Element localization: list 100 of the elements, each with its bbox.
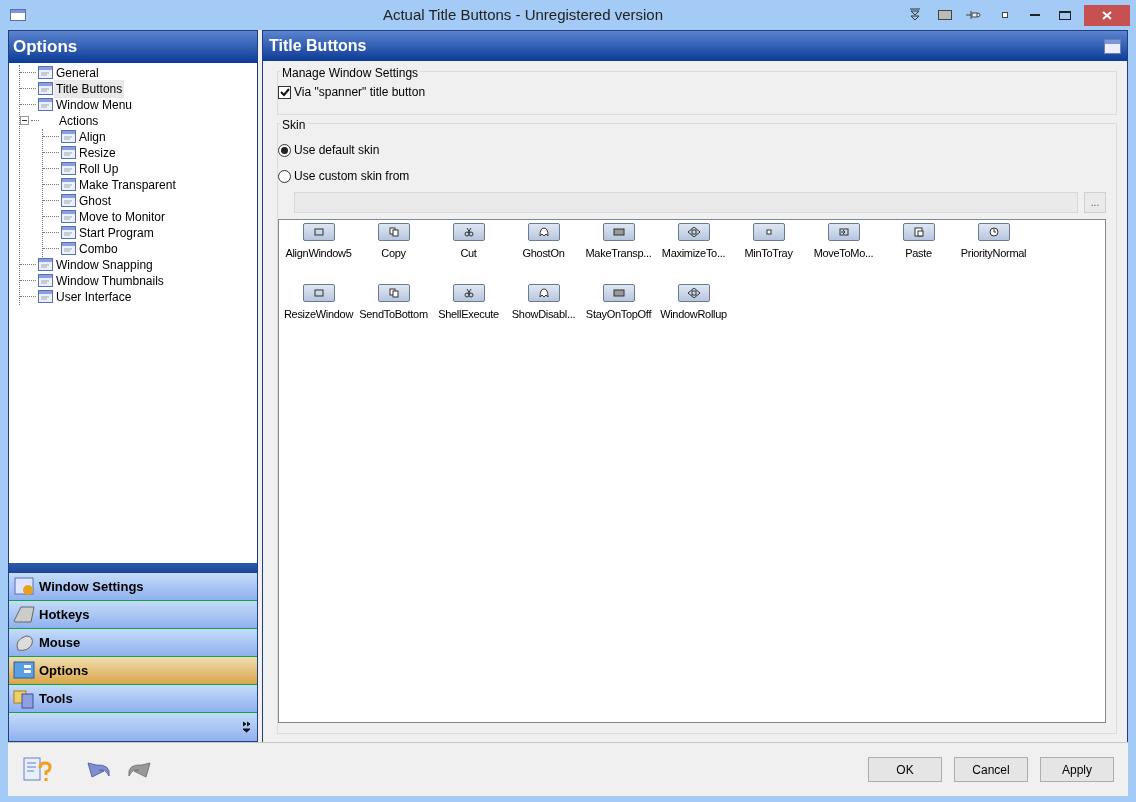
browse-button[interactable]: ... xyxy=(1084,192,1106,213)
tree-item[interactable]: Window Thumbnails xyxy=(54,271,166,290)
nav-button[interactable]: Mouse xyxy=(9,629,257,657)
title-button-label: MinToTray xyxy=(744,246,793,261)
title-button[interactable] xyxy=(977,223,1010,241)
window-icon xyxy=(36,65,54,80)
tree-item[interactable]: Combo xyxy=(77,239,120,258)
window-icon xyxy=(36,273,54,288)
title-button-label: Copy xyxy=(381,246,406,261)
tree-item[interactable]: Ghost xyxy=(77,191,113,210)
path-field[interactable] xyxy=(294,192,1078,213)
tree-item[interactable]: Title Buttons xyxy=(54,79,125,98)
title-button-label: StayOnTopOff xyxy=(585,307,652,322)
title-button[interactable] xyxy=(677,284,710,302)
window-icon xyxy=(59,161,77,176)
radio-button[interactable] xyxy=(278,169,291,183)
title-button[interactable] xyxy=(602,284,635,302)
title-button-label: MoveToMo... xyxy=(813,246,874,261)
button-glyph-icon xyxy=(686,288,701,298)
tree-item[interactable]: Roll Up xyxy=(77,159,121,178)
button-glyph-icon xyxy=(611,227,626,237)
button-glyph-icon xyxy=(311,227,326,237)
button-glyph-icon xyxy=(461,227,476,237)
window-icon xyxy=(1104,38,1121,54)
button-glyph-icon xyxy=(386,288,401,298)
panel-icon xyxy=(13,660,35,681)
window-icon xyxy=(36,97,54,112)
title-button[interactable] xyxy=(452,284,485,302)
title-button-label: AlignWindow5 xyxy=(285,246,352,261)
title-button[interactable] xyxy=(527,223,560,241)
window-icon xyxy=(59,177,77,192)
title-button[interactable] xyxy=(752,223,785,241)
title-button-label: PriorityNormal xyxy=(960,246,1027,261)
button-glyph-icon xyxy=(461,288,476,298)
title-button[interactable] xyxy=(827,223,860,241)
button-glyph-icon xyxy=(386,227,401,237)
title-button-label: WindowRollup xyxy=(660,307,727,322)
title-button-label: Paste xyxy=(905,246,932,261)
title-button[interactable] xyxy=(377,284,410,302)
chevron-more-icon[interactable] xyxy=(242,721,251,733)
title-button[interactable] xyxy=(677,223,710,241)
window-icon xyxy=(36,257,54,272)
tree-item[interactable]: Make Transparent xyxy=(77,175,178,194)
window-icon xyxy=(59,129,77,144)
title-button[interactable] xyxy=(302,223,335,241)
title-button-label: SendToBottom xyxy=(359,307,428,322)
app-window-icon xyxy=(10,9,26,21)
nav-button[interactable]: Hotkeys xyxy=(9,601,257,629)
nav-button[interactable]: Tools xyxy=(9,685,257,713)
title-button-label: GhostOn xyxy=(522,246,565,261)
button-glyph-icon xyxy=(986,227,1001,237)
title-button-label: ResizeWindow xyxy=(283,307,354,322)
tree-item[interactable]: Start Program xyxy=(77,223,156,242)
title-button-label: MakeTransp... xyxy=(585,246,652,261)
button-glyph-icon xyxy=(536,288,551,298)
panel-header: Title Buttons xyxy=(269,36,367,56)
tree-item[interactable]: User Interface xyxy=(54,287,134,306)
radio-button[interactable] xyxy=(278,143,291,157)
window-icon xyxy=(59,241,77,256)
button-glyph-icon xyxy=(611,288,626,298)
collapse-toggle-icon[interactable] xyxy=(20,116,29,125)
title-button[interactable] xyxy=(452,223,485,241)
window-icon xyxy=(36,289,54,304)
button-glyph-icon xyxy=(911,227,926,237)
tree-item[interactable]: Window Snapping xyxy=(54,255,155,274)
button-glyph-icon xyxy=(686,227,701,237)
title-button[interactable] xyxy=(902,223,935,241)
dialog-button[interactable]: Cancel xyxy=(954,757,1028,782)
radio-label[interactable]: Use default skin xyxy=(294,141,380,159)
title-button[interactable] xyxy=(602,223,635,241)
title-button[interactable] xyxy=(302,284,335,302)
radio-label[interactable]: Use custom skin from xyxy=(294,167,410,185)
button-glyph-icon xyxy=(836,227,851,237)
nav-button[interactable]: Options xyxy=(9,657,257,685)
tree-item[interactable]: Resize xyxy=(77,143,118,162)
title-button-label: ShellExecute xyxy=(438,307,499,322)
title-button[interactable] xyxy=(527,284,560,302)
tree-item[interactable]: General xyxy=(54,63,101,82)
nav-button[interactable]: Window Settings xyxy=(9,573,257,601)
tree-item[interactable]: Align xyxy=(77,127,108,146)
checkbox-label[interactable]: Via "spanner" title button xyxy=(294,83,426,101)
tree-item[interactable]: Window Menu xyxy=(54,95,135,114)
window-icon xyxy=(59,145,77,160)
splitter-handle[interactable] xyxy=(9,563,257,573)
tree-item[interactable]: Move to Monitor xyxy=(77,207,168,226)
title-button[interactable] xyxy=(377,223,410,241)
sidebar-header: Options xyxy=(9,31,257,63)
dialog-button[interactable]: OK xyxy=(868,757,942,782)
dialog-button[interactable]: Apply xyxy=(1040,757,1114,782)
window-icon xyxy=(36,81,54,96)
window-icon xyxy=(59,225,77,240)
close-button[interactable] xyxy=(1084,4,1130,26)
title-button-label: ShowDisabl... xyxy=(511,307,576,322)
window-title: Actual Title Buttons - Unregistered version xyxy=(381,4,665,25)
tree-item[interactable]: Actions xyxy=(57,111,101,130)
checkbox[interactable] xyxy=(278,85,291,99)
window-icon xyxy=(59,209,77,224)
close-icon xyxy=(1102,10,1112,20)
title-button-label: MaximizeTo... xyxy=(661,246,726,261)
button-glyph-icon xyxy=(536,227,551,237)
